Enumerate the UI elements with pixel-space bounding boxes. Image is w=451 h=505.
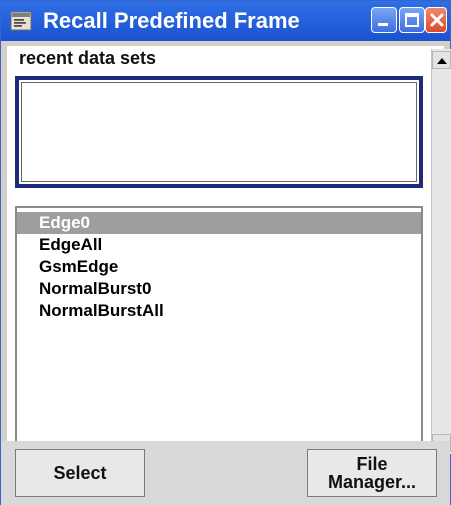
recent-data-sets-label: recent data sets	[19, 48, 157, 68]
action-bar: Select File Manager...	[1, 441, 450, 505]
scroll-up-button[interactable]	[432, 51, 451, 69]
window-title: Recall Predefined Frame	[43, 8, 300, 33]
dialog-content: recent data sets Edge0 EdgeAll GsmEdge N…	[7, 46, 451, 501]
select-button[interactable]: Select	[15, 449, 145, 497]
close-button[interactable]	[425, 7, 447, 33]
recent-data-sets-list[interactable]	[15, 76, 423, 188]
list-item[interactable]: GsmEdge	[17, 256, 421, 278]
recall-predefined-frame-window: Recall Predefined Frame recent data sets…	[0, 0, 451, 505]
maximize-button[interactable]	[399, 7, 425, 33]
list-item[interactable]: EdgeAll	[17, 234, 421, 256]
app-icon	[10, 11, 32, 31]
select-button-label: Select	[53, 462, 107, 483]
minimize-icon	[378, 23, 388, 26]
file-manager-label-line1: File	[356, 454, 388, 474]
list-item[interactable]: Edge0	[17, 212, 421, 234]
minimize-button[interactable]	[371, 7, 397, 33]
chevron-up-icon	[437, 58, 447, 64]
titlebar[interactable]: Recall Predefined Frame	[1, 1, 450, 41]
vertical-scrollbar[interactable]	[431, 49, 451, 454]
recent-data-sets-inner	[21, 82, 417, 182]
file-manager-button[interactable]: File Manager...	[307, 449, 437, 497]
close-icon	[430, 13, 444, 27]
list-item[interactable]: NormalBurst0	[17, 278, 421, 300]
list-item[interactable]: NormalBurstAll	[17, 300, 421, 322]
maximize-icon	[405, 13, 419, 27]
file-manager-label-line2: Manager...	[327, 472, 417, 492]
